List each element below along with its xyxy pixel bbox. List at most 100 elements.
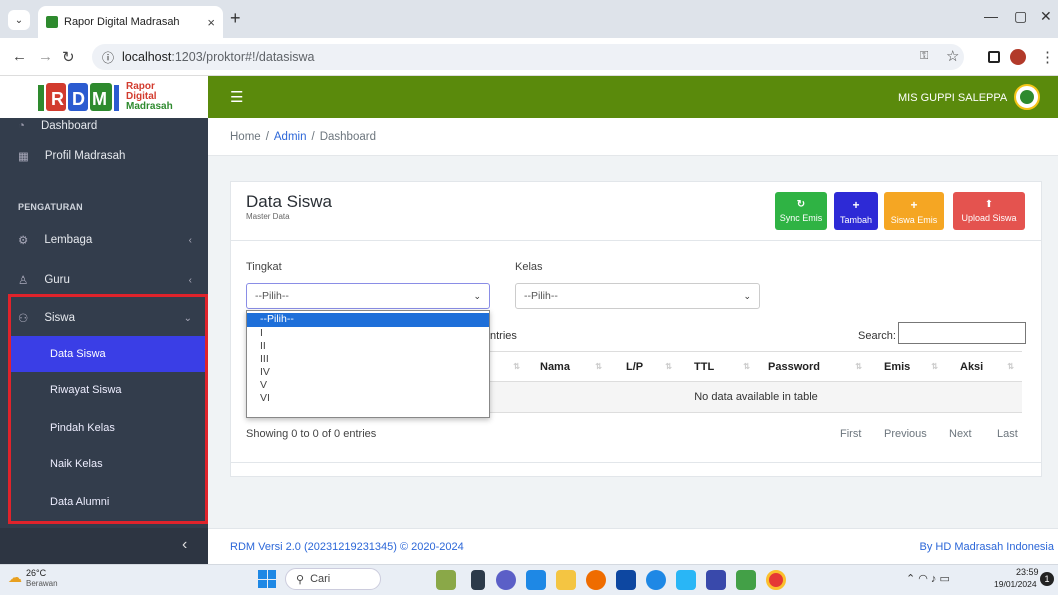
sidebar-section-pengaturan: PENGATURAN	[18, 202, 83, 212]
chevron-down-icon: ⌄	[473, 290, 481, 301]
app-icon-2[interactable]	[676, 570, 696, 590]
sync-emis-button[interactable]: ↻ Sync Emis	[775, 192, 827, 230]
file-explorer-icon[interactable]	[556, 570, 576, 590]
site-info-icon[interactable]: ⓘ	[102, 49, 114, 66]
back-icon[interactable]: ←	[12, 48, 27, 65]
pagination-first[interactable]: First	[840, 428, 861, 440]
pagination-next[interactable]: Next	[949, 428, 972, 440]
column-header-ttl[interactable]: TTL ⇅	[680, 351, 758, 382]
sidebar-collapse-bar	[0, 528, 208, 564]
breadcrumb-admin[interactable]: Admin	[274, 131, 307, 143]
clock-date[interactable]: 19/01/2024	[994, 579, 1037, 589]
column-header-aksi[interactable]: Aksi ⇅	[946, 351, 1022, 382]
dropdown-option[interactable]: II	[247, 340, 489, 353]
chrome-icon[interactable]	[766, 570, 786, 590]
chevron-left-icon: ‹	[188, 274, 192, 286]
mail-icon[interactable]	[616, 570, 636, 590]
tingkat-dropdown-list: --Pilih-- I II III IV V VI	[246, 310, 490, 418]
sidebar-subitem-data-siswa[interactable]: Data Siswa	[10, 336, 206, 372]
sidebar-collapse-icon[interactable]: ‹	[182, 536, 187, 554]
gears-icon: ⚙	[18, 235, 29, 247]
kelas-label: Kelas	[515, 261, 543, 273]
taskbar-widget-icon[interactable]	[436, 570, 456, 590]
column-header-emis[interactable]: Emis ⇅	[870, 351, 946, 382]
tab-search-dropdown-icon[interactable]: ⌄	[8, 10, 30, 30]
app-logo[interactable]: R D M Rapor Digital Madrasah	[0, 76, 208, 118]
weather-desc: Berawan	[26, 579, 58, 588]
upload-siswa-button[interactable]: ⬆ Upload Siswa	[953, 192, 1025, 230]
browser-menu-icon[interactable]: ⋮	[1040, 48, 1055, 66]
minimize-icon[interactable]: —	[984, 8, 998, 24]
profile-avatar-icon[interactable]	[1010, 49, 1026, 65]
sidebar-subitem-naik-kelas[interactable]: Naik Kelas	[10, 446, 206, 482]
side-panel-icon[interactable]	[988, 51, 1000, 63]
dropdown-option[interactable]: III	[247, 353, 489, 366]
chat-icon[interactable]	[496, 570, 516, 590]
column-header-nama[interactable]: Nama ⇅	[528, 351, 610, 382]
forward-icon[interactable]: →	[38, 48, 53, 65]
edge-icon[interactable]	[646, 570, 666, 590]
siswa-emis-button[interactable]: + Siswa Emis	[884, 192, 944, 230]
column-header-password[interactable]: Password ⇅	[758, 351, 870, 382]
breadcrumb: Home / Admin / Dashboard	[208, 118, 1058, 156]
dropdown-option[interactable]: IV	[247, 366, 489, 379]
app-icon-3[interactable]	[706, 570, 726, 590]
pagination-last[interactable]: Last	[997, 428, 1018, 440]
table-header-cell[interactable]: ⇅	[490, 351, 528, 382]
bookmark-star-icon[interactable]: ☆	[946, 47, 959, 65]
weather-icon[interactable]: ☁	[8, 569, 22, 586]
breadcrumb-home[interactable]: Home	[230, 131, 261, 143]
sidebar-item-guru[interactable]: ♙ Guru ‹	[0, 262, 208, 298]
svg-text:R: R	[51, 89, 64, 109]
dropdown-option[interactable]: --Pilih--	[247, 313, 489, 327]
search-input[interactable]	[898, 322, 1026, 344]
clock-time[interactable]: 23:59	[1016, 567, 1039, 577]
restore-icon[interactable]: ▢	[1014, 8, 1027, 25]
school-name[interactable]: MIS GUPPI SALEPPA	[898, 92, 1007, 104]
pagination-previous[interactable]: Previous	[884, 428, 927, 440]
new-tab-button[interactable]: +	[230, 8, 241, 29]
tray-icons[interactable]: ⌃ ◠ ♪ ▭	[906, 572, 950, 585]
footer-version[interactable]: RDM Versi 2.0 (20231219231345) © 2020-20…	[230, 541, 464, 553]
firefox-icon[interactable]	[586, 570, 606, 590]
close-window-icon[interactable]: ✕	[1040, 8, 1052, 25]
sidebar-subitem-riwayat-siswa[interactable]: Riwayat Siswa	[10, 372, 206, 408]
app-icon[interactable]	[526, 570, 546, 590]
tingkat-select[interactable]: --Pilih-- ⌄	[246, 283, 490, 309]
close-tab-icon[interactable]: ×	[207, 15, 215, 30]
password-key-icon[interactable]: ⚿	[920, 50, 928, 63]
kelas-select[interactable]: --Pilih-- ⌄	[515, 283, 760, 309]
sidebar-item-dashboard[interactable]: ◔ Dashboard	[0, 116, 208, 136]
task-view-icon[interactable]	[471, 570, 485, 590]
sidebar-subitem-pindah-kelas[interactable]: Pindah Kelas	[10, 410, 206, 446]
table-empty-row: No data available in table	[490, 382, 1022, 413]
url-field[interactable]: ⓘ localhost:1203/proktor#!/datasiswa	[92, 44, 964, 70]
sidebar-subitem-data-alumni[interactable]: Data Alumni	[10, 484, 206, 520]
tambah-button[interactable]: + Tambah	[834, 192, 878, 230]
taskbar-search-box[interactable]: ⚲ Cari	[285, 568, 381, 590]
school-emblem-icon[interactable]	[1014, 84, 1040, 110]
app-icon-4[interactable]	[736, 570, 756, 590]
plus-icon: +	[910, 197, 918, 212]
url-path: :1203/proktor#!/datasiswa	[171, 50, 315, 64]
sidebar-item-profil-madrasah[interactable]: ▦ Profil Madrasah	[0, 138, 208, 174]
url-host: localhost	[122, 50, 172, 64]
sidebar-item-siswa[interactable]: ⚇ Siswa ⌄	[0, 300, 208, 336]
column-header-lp[interactable]: L/P ⇅	[610, 351, 680, 382]
users-icon: ⚇	[18, 313, 29, 325]
reload-icon[interactable]: ↻	[62, 48, 75, 66]
dropdown-option[interactable]: VI	[247, 392, 489, 405]
start-windows-icon[interactable]	[258, 570, 276, 588]
sidebar-item-lembaga[interactable]: ⚙ Lembaga ‹	[0, 222, 208, 258]
search-label: Search:	[858, 330, 896, 342]
dropdown-option[interactable]: I	[247, 327, 489, 340]
card-divider	[230, 462, 1042, 463]
footer-credit[interactable]: By HD Madrasah Indonesia	[919, 541, 1054, 553]
card-subtitle: Master Data	[246, 212, 290, 221]
dropdown-option[interactable]: V	[247, 379, 489, 392]
weather-temp[interactable]: 26°C	[26, 568, 46, 578]
notification-badge[interactable]: 1	[1040, 572, 1054, 586]
user-icon: ♙	[18, 275, 29, 287]
hamburger-menu-icon[interactable]: ☰	[230, 88, 243, 106]
browser-tab[interactable]: Rapor Digital Madrasah ×	[38, 6, 223, 38]
